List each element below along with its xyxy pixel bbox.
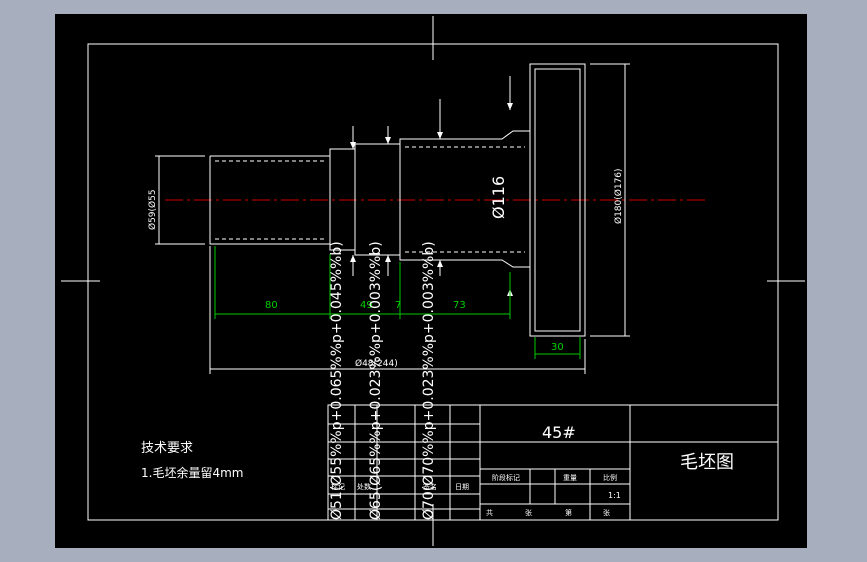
- tb-date: 日期: [455, 483, 469, 491]
- tb-stage: 阶段标记: [492, 473, 520, 482]
- tb-sheet-1: 张: [525, 508, 532, 517]
- dim-dia-right: Ø180(Ø176): [613, 168, 624, 224]
- tb-sheet-2: 张: [603, 508, 610, 517]
- dim-7: 7: [395, 300, 401, 311]
- dim-30: 30: [551, 342, 564, 353]
- dim-dia-left: Ø59(Ø55: [147, 189, 158, 230]
- tb-no: 第: [565, 508, 572, 517]
- tolerance-3: Ø70(Ø70%%p+0.023%%p+0.003%%b): [421, 241, 437, 520]
- tb-sign: 签名: [423, 482, 437, 491]
- tolerance-1: Ø51(Ø55%%p+0.065%%p+0.045%%b): [329, 241, 345, 520]
- dim-73: 73: [453, 300, 466, 311]
- drawing-sheet: 80 49 7 73 30 Ø48(244) Ø116 Ø59(Ø55 Ø180…: [55, 14, 807, 548]
- dim-dia-main: Ø116: [489, 176, 508, 219]
- tb-scale: 比例: [603, 473, 617, 482]
- blank-drawing: 80 49 7 73 30 Ø48(244) Ø116 Ø59(Ø55 Ø180…: [61, 16, 805, 546]
- tb-total: 共: [486, 508, 493, 517]
- tech-req-item-1: 1.毛坯余量留4mm: [141, 465, 243, 480]
- tb-mark: 标记: [331, 482, 345, 491]
- tb-count: 处数: [357, 482, 371, 491]
- tech-req-heading: 技术要求: [141, 441, 193, 456]
- dimension-lines: [155, 63, 630, 374]
- tolerance-2: Ø65(Ø65%%p+0.023%%p+0.003%%b): [368, 241, 384, 520]
- scale-value: 1:1: [608, 491, 621, 500]
- drawing-title: 毛坯图: [680, 452, 734, 473]
- material: 45#: [542, 423, 576, 442]
- dim-80: 80: [265, 300, 278, 311]
- tb-weight: 重量: [563, 474, 577, 482]
